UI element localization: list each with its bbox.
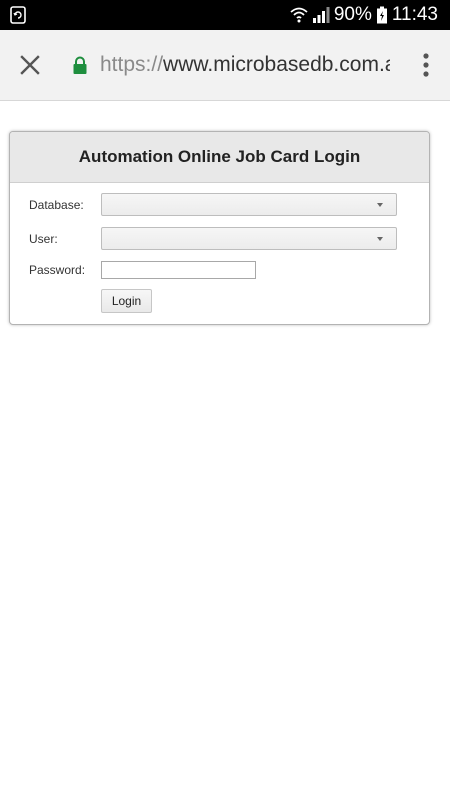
clock-time: 11:43	[391, 4, 438, 25]
battery-icon	[376, 6, 387, 24]
url-host: www.microbasedb.com.a	[163, 53, 390, 76]
overflow-menu-button[interactable]	[414, 47, 438, 83]
battery-percent: 90%	[333, 4, 372, 25]
chevron-down-icon	[377, 237, 383, 241]
database-select[interactable]	[101, 193, 397, 216]
login-button[interactable]: Login	[101, 289, 152, 313]
overflow-menu-icon	[423, 53, 429, 77]
close-icon	[20, 55, 40, 75]
login-panel: Automation Online Job Card Login Databas…	[9, 131, 430, 325]
signal-icon	[312, 7, 330, 23]
lock-icon	[73, 56, 87, 74]
screenshot-notification-icon	[10, 6, 26, 24]
url-bar[interactable]: https://www.microbasedb.com.a	[100, 50, 390, 80]
browser-toolbar: https://www.microbasedb.com.a	[0, 30, 450, 101]
close-tab-button[interactable]	[12, 47, 48, 83]
wifi-icon	[290, 7, 308, 23]
password-label: Password:	[29, 263, 86, 277]
database-label: Database:	[29, 198, 84, 212]
url-scheme: https://	[100, 53, 164, 76]
page-title: Automation Online Job Card Login	[78, 147, 361, 166]
chevron-down-icon	[377, 203, 383, 207]
login-panel-header: Automation Online Job Card Login	[10, 132, 429, 183]
user-select[interactable]	[101, 227, 397, 250]
status-right-group: 90% 11:43	[290, 0, 438, 30]
user-label: User:	[29, 232, 58, 246]
password-field[interactable]	[101, 261, 256, 279]
status-bar: 90% 11:43	[0, 0, 450, 30]
